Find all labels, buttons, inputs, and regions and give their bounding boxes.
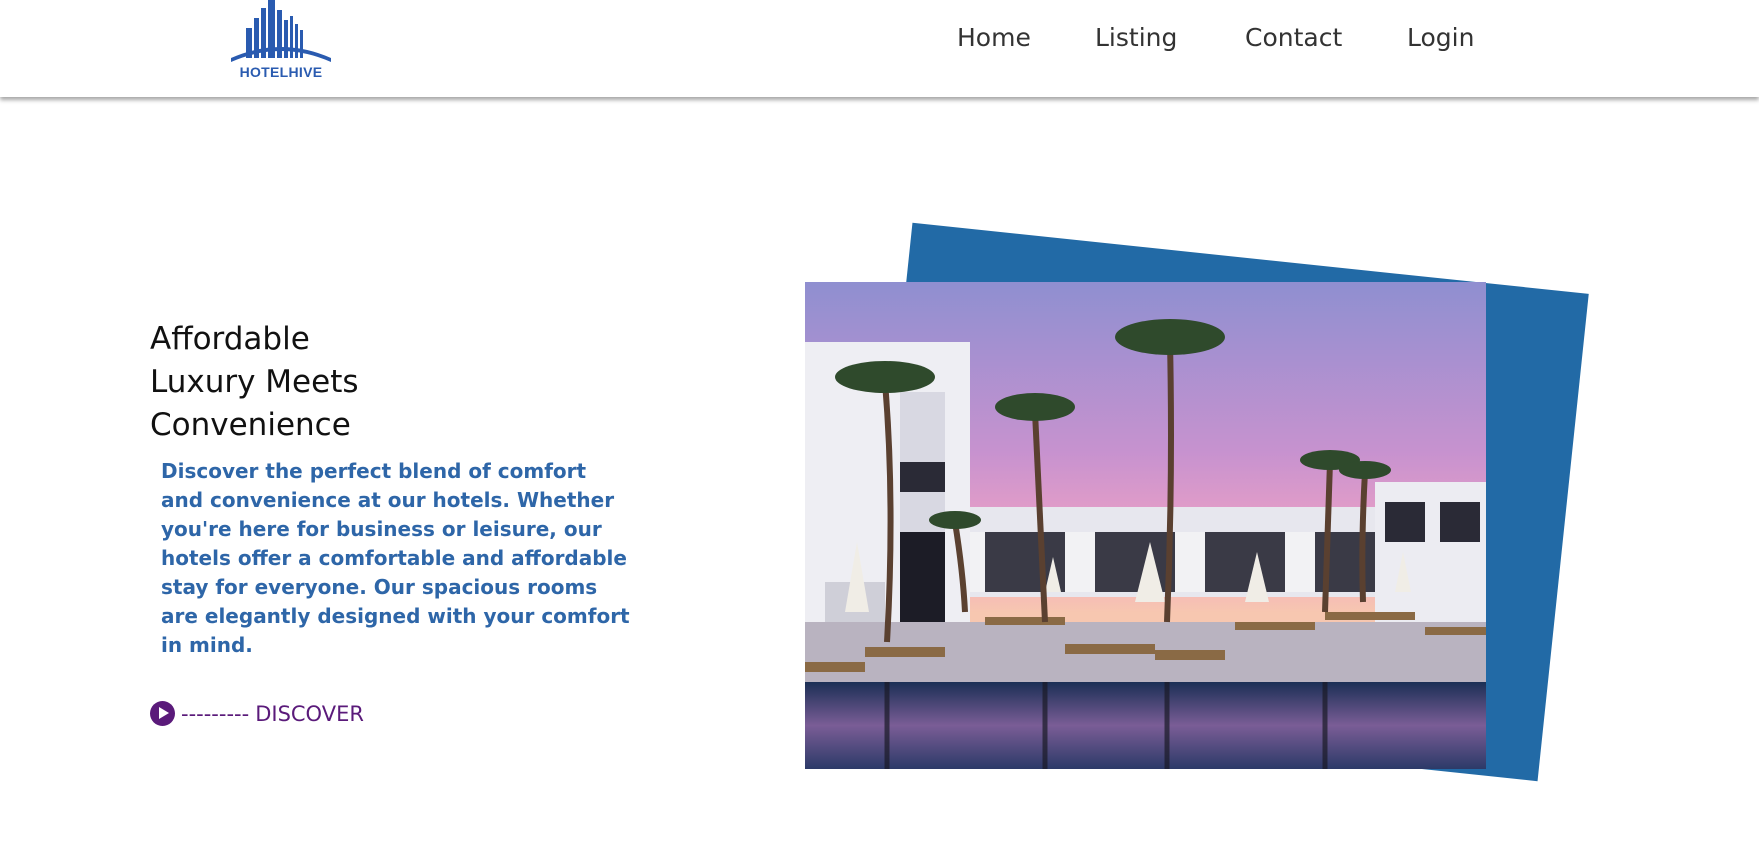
discover-label: DISCOVER <box>255 701 364 726</box>
nav-home[interactable]: Home <box>957 20 1031 56</box>
hero-description: Discover the perfect blend of comfort an… <box>161 459 630 657</box>
brand-name: HOTELHIVE <box>239 64 323 80</box>
discover-button[interactable]: --------- DISCOVER <box>150 701 364 726</box>
nav-contact[interactable]: Contact <box>1245 20 1342 56</box>
discover-dashes: --------- <box>181 701 250 726</box>
building-skyline-icon <box>231 0 331 62</box>
play-circle-icon <box>150 701 175 726</box>
site-header: HOTELHIVE Home Listing Contact Login <box>0 0 1759 97</box>
nav-listing[interactable]: Listing <box>1095 20 1177 56</box>
hero-title-line-1: Affordable <box>150 321 310 357</box>
resort-pool-photo <box>805 282 1486 769</box>
brand-logo[interactable]: HOTELHIVE <box>229 0 333 82</box>
hero-title-line-2: Luxury Meets <box>150 364 359 400</box>
nav-login[interactable]: Login <box>1407 20 1474 56</box>
hero-title-line-3: Convenience <box>150 407 351 443</box>
hero-title: Affordable Luxury Meets Convenience <box>150 318 359 447</box>
